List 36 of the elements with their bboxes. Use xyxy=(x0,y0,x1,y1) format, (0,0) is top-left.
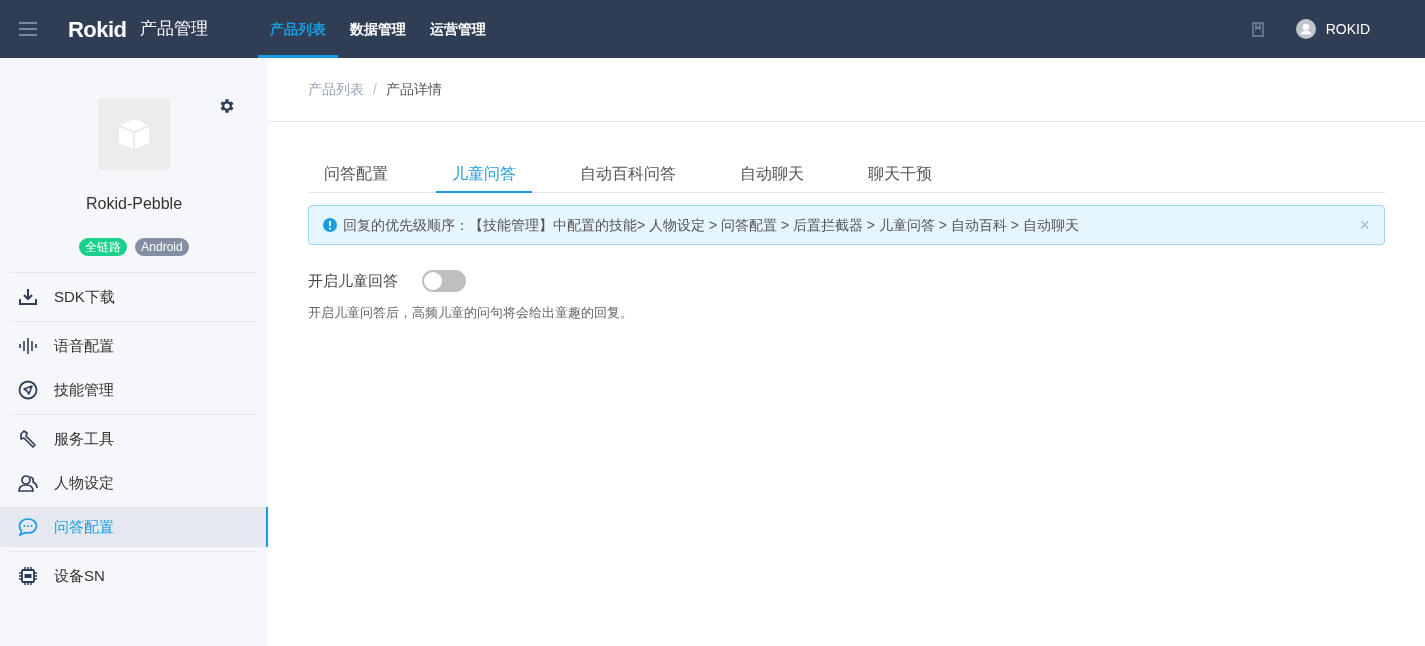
nav-tab[interactable]: 数据管理 xyxy=(338,0,419,58)
product-name: Rokid-Pebble xyxy=(85,194,183,214)
settings-icon[interactable] xyxy=(218,97,236,115)
sidebar-item[interactable]: SDK下载 xyxy=(0,277,268,317)
avatar-icon xyxy=(1295,19,1316,39)
alert-message: 回复的优先级顺序：【技能管理】中配置的技能> 人物设定 > 问答配置 > 后置拦截器 > 儿童问答 > 自动百科 > 自动聊天 xyxy=(343,215,1079,235)
chat-bubble-icon xyxy=(18,517,38,537)
sidebar-item[interactable]: 设备SN xyxy=(0,556,268,596)
breadcrumb-current: 产品详情 xyxy=(385,80,442,99)
sidebar-item[interactable]: 语音配置 xyxy=(0,326,268,366)
app-title: 产品管理 xyxy=(140,18,209,41)
setting-label: 开启儿童回答 xyxy=(308,271,398,291)
toggle-switch[interactable] xyxy=(422,270,466,293)
navigation-icon xyxy=(18,380,38,400)
tab[interactable]: 自动聊天 xyxy=(724,156,820,193)
info-icon xyxy=(323,218,337,232)
sidebar-item[interactable]: 服务工具 xyxy=(0,419,268,459)
wrench-icon xyxy=(18,429,38,449)
setting-description: 开启儿童问答后，高频儿童的问句将会给出童趣的回复。 xyxy=(308,303,634,322)
user-name[interactable]: ROKID xyxy=(1325,18,1370,40)
sidebar-item[interactable]: 技能管理 xyxy=(0,370,268,410)
sidebar-item[interactable]: 人物设定 xyxy=(0,463,268,503)
download-icon xyxy=(18,287,38,307)
logo: Rokid xyxy=(68,15,127,44)
tag-badge: 全链路 xyxy=(79,238,128,256)
tag-badge: Android xyxy=(135,238,189,256)
nav-tab[interactable]: 运营管理 xyxy=(418,0,499,58)
tab[interactable]: 聊天干预 xyxy=(852,156,948,193)
sound-wave-icon xyxy=(18,336,38,356)
people-icon xyxy=(18,473,38,493)
book-icon[interactable] xyxy=(1251,21,1264,37)
tab[interactable]: 问答配置 xyxy=(308,156,404,193)
tab[interactable]: 自动百科问答 xyxy=(564,156,692,193)
breadcrumb-separator: / xyxy=(373,80,377,99)
menu-icon[interactable] xyxy=(19,22,37,36)
chip-icon xyxy=(18,566,38,586)
